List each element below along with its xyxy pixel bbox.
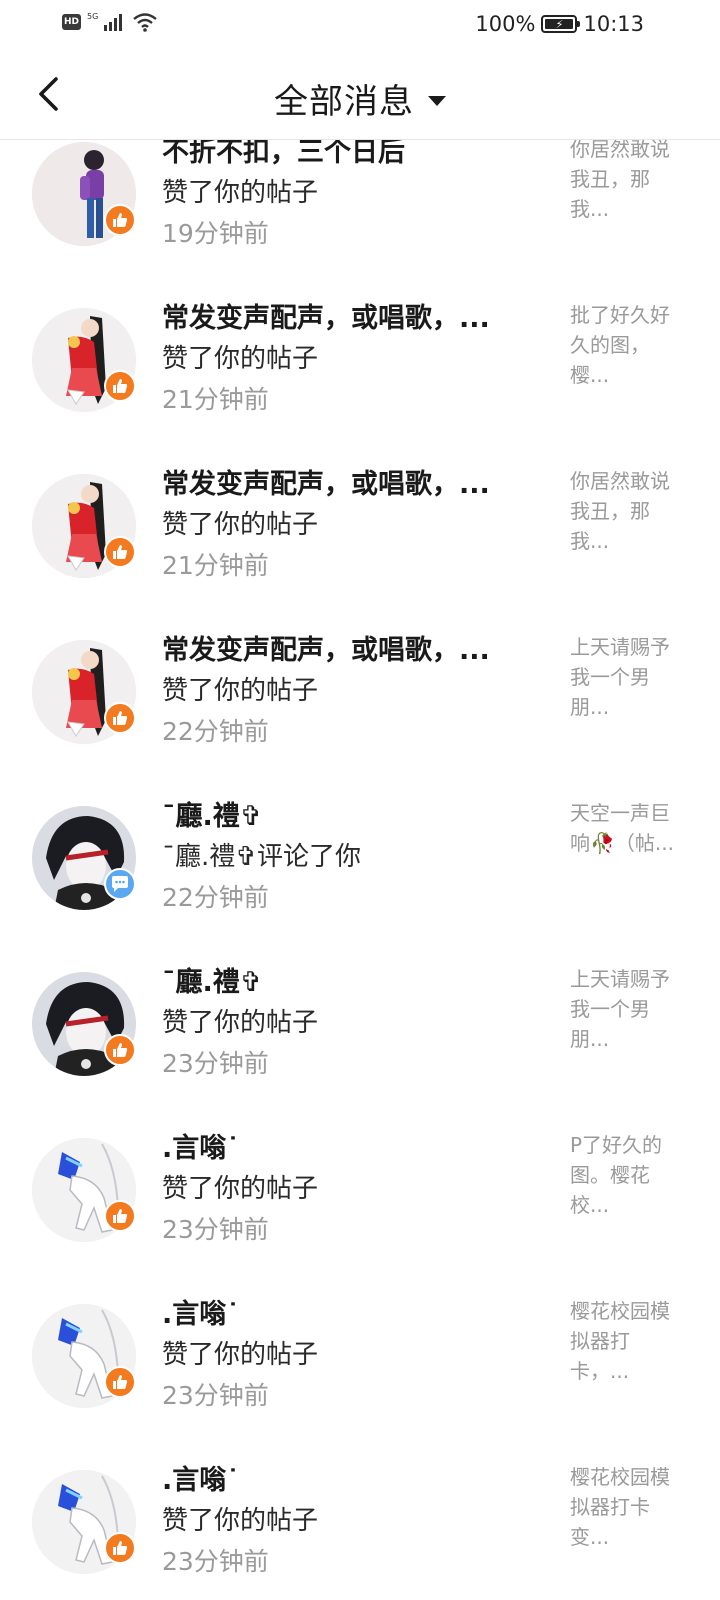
battery-icon: ⚡	[541, 15, 581, 33]
message-row[interactable]: 常发变声配声，或唱歌，... 赞了你的帖子 21分钟前 批了好久好久的图，樱..…	[0, 288, 720, 454]
message-row[interactable]: ˉ廳.禮✞ 赞了你的帖子 23分钟前 上天请赐予我一个男朋...	[0, 952, 720, 1118]
post-snippet[interactable]: 你居然敢说我丑，那我...	[570, 140, 678, 224]
sender-name: 常发变声配声，或唱歌，...	[162, 469, 490, 500]
sender-name: 不折不扣，三个日后	[162, 140, 405, 168]
post-snippet[interactable]: 你居然敢说我丑，那我...	[570, 466, 678, 556]
message-time: 23分钟前	[162, 1381, 269, 1410]
like-badge-icon	[104, 370, 136, 402]
post-snippet[interactable]: 上天请赐予我一个男朋...	[570, 632, 678, 722]
message-action: 赞了你的帖子	[162, 344, 319, 374]
wifi-icon	[133, 13, 158, 32]
sender-name: ˉ廳.禮✞	[162, 967, 263, 998]
message-action: 赞了你的帖子	[162, 1340, 319, 1370]
message-time: 23分钟前	[162, 1215, 269, 1244]
header-bar: 全部消息	[0, 50, 720, 140]
sender-name: 常发变声配声，或唱歌，...	[162, 635, 490, 666]
page-title: 全部消息	[274, 82, 414, 122]
like-badge-icon	[104, 1200, 136, 1232]
status-bar: HD 5G 100% ⚡ 10:13	[0, 0, 720, 50]
message-action: 赞了你的帖子	[162, 1008, 319, 1038]
message-time: 19分钟前	[162, 219, 269, 248]
message-row[interactable]: 不折不扣，三个日后 赞了你的帖子 19分钟前 你居然敢说我丑，那我...	[0, 140, 720, 288]
message-row[interactable]: .言嗡˙ 赞了你的帖子 23分钟前 P了好久的图。樱花校...	[0, 1118, 720, 1284]
post-snippet[interactable]: 批了好久好久的图，樱...	[570, 300, 678, 390]
like-badge-icon	[104, 1034, 136, 1066]
message-action: 赞了你的帖子	[162, 510, 319, 540]
message-row[interactable]: 常发变声配声，或唱歌，... 赞了你的帖子 21分钟前 你居然敢说我丑，那我..…	[0, 454, 720, 620]
network-type: 5G	[87, 11, 99, 21]
like-badge-icon	[104, 1532, 136, 1564]
hd-badge: HD	[62, 14, 81, 30]
caret-down-icon	[428, 95, 446, 106]
post-snippet[interactable]: 天空一声巨响🥀（帖...	[570, 798, 678, 858]
post-snippet[interactable]: P了好久的图。樱花校...	[570, 1130, 678, 1220]
message-action: ˉ廳.禮✞评论了你	[162, 842, 362, 872]
message-filter-dropdown[interactable]: 全部消息	[0, 74, 720, 123]
sender-name: ˉ廳.禮✞	[162, 801, 263, 832]
sender-name: .言嗡˙	[162, 1465, 240, 1496]
battery-percent: 100%	[475, 12, 536, 36]
like-badge-icon	[104, 1366, 136, 1398]
like-badge-icon	[104, 536, 136, 568]
comment-badge-icon	[104, 868, 136, 900]
like-badge-icon	[104, 702, 136, 734]
message-action: 赞了你的帖子	[162, 676, 319, 706]
post-snippet[interactable]: 樱花校园模拟器打卡，...	[570, 1296, 678, 1386]
message-row[interactable]: 常发变声配声，或唱歌，... 赞了你的帖子 22分钟前 上天请赐予我一个男朋..…	[0, 620, 720, 786]
message-action: 赞了你的帖子	[162, 178, 319, 208]
status-left: HD 5G	[62, 12, 158, 32]
like-badge-icon	[104, 204, 136, 236]
sender-name: 常发变声配声，或唱歌，...	[162, 303, 490, 334]
message-time: 22分钟前	[162, 717, 269, 746]
message-action: 赞了你的帖子	[162, 1174, 319, 1204]
post-snippet[interactable]: 上天请赐予我一个男朋...	[570, 964, 678, 1054]
message-time: 21分钟前	[162, 385, 269, 414]
message-list[interactable]: 不折不扣，三个日后 赞了你的帖子 19分钟前 你居然敢说我丑，那我... 常发变…	[0, 140, 720, 1600]
status-right: 100% ⚡ 10:13	[475, 12, 644, 36]
sender-name: .言嗡˙	[162, 1299, 240, 1330]
message-time: 23分钟前	[162, 1049, 269, 1078]
sender-name: .言嗡˙	[162, 1133, 240, 1164]
message-action: 赞了你的帖子	[162, 1506, 319, 1536]
message-time: 23分钟前	[162, 1547, 269, 1576]
message-time: 21分钟前	[162, 551, 269, 580]
message-row[interactable]: ˉ廳.禮✞ ˉ廳.禮✞评论了你 22分钟前 天空一声巨响🥀（帖...	[0, 786, 720, 952]
clock: 10:13	[583, 12, 644, 36]
signal-icon	[104, 14, 123, 31]
message-row[interactable]: .言嗡˙ 赞了你的帖子 23分钟前 樱花校园模拟器打卡变...	[0, 1450, 720, 1600]
message-row[interactable]: .言嗡˙ 赞了你的帖子 23分钟前 樱花校园模拟器打卡，...	[0, 1284, 720, 1450]
message-time: 22分钟前	[162, 883, 269, 912]
post-snippet[interactable]: 樱花校园模拟器打卡变...	[570, 1462, 678, 1552]
